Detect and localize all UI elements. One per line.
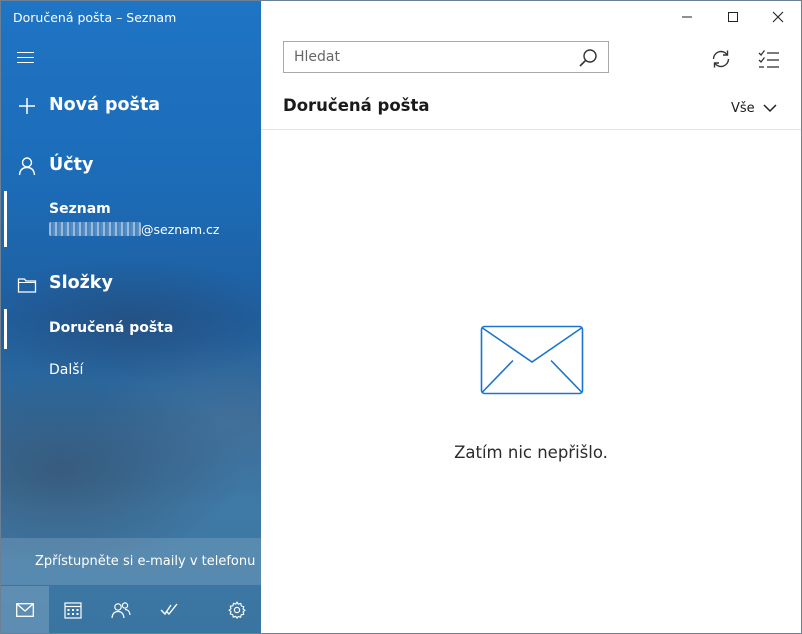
- folder-label: Doručená pošta: [49, 320, 174, 336]
- new-mail-label: Nová pošta: [49, 95, 161, 115]
- settings-icon: [228, 600, 246, 619]
- minimize-icon: [682, 16, 692, 18]
- filter-label: Vše: [731, 100, 755, 116]
- people-icon: [111, 601, 131, 618]
- calendar-button[interactable]: [49, 586, 97, 633]
- account-name: Seznam: [49, 201, 111, 217]
- people-button[interactable]: [97, 586, 145, 633]
- todo-icon: [160, 603, 178, 615]
- accounts-label: Účty: [49, 155, 94, 175]
- folders-button[interactable]: Složky: [1, 265, 261, 305]
- phone-promo-text: Zpřístupněte si e-maily v telefonu: [35, 554, 256, 569]
- search-input[interactable]: [294, 48, 564, 66]
- search-icon[interactable]: [578, 48, 598, 68]
- mail-button[interactable]: [1, 586, 49, 633]
- main-pane: Doručená pošta Vše Zatím nic nepřišlo.: [261, 1, 801, 633]
- sidebar: Doručená pošta – Seznam Nová pošta Účty …: [1, 1, 261, 633]
- calendar-icon: [64, 601, 82, 619]
- sync-icon: [712, 50, 730, 68]
- folder-item-more[interactable]: Další: [1, 351, 261, 391]
- close-button[interactable]: [755, 1, 801, 33]
- redacted-username: [49, 222, 141, 236]
- new-mail-button[interactable]: Nová pošta: [1, 87, 261, 127]
- chevron-down-icon: [763, 104, 777, 113]
- mail-icon: [16, 602, 34, 617]
- header-divider: [261, 129, 801, 130]
- maximize-icon: [728, 12, 738, 22]
- folder-title: Doručená pošta: [283, 96, 430, 115]
- hamburger-menu-icon[interactable]: [17, 48, 37, 66]
- empty-state-message: Zatím nic nepřišlo.: [454, 443, 608, 462]
- folder-icon: [17, 278, 37, 293]
- plus-icon: [19, 98, 35, 114]
- phone-promo-banner[interactable]: Zpřístupněte si e-maily v telefonu: [1, 538, 261, 585]
- empty-mail-icon: [480, 325, 584, 395]
- account-seznam[interactable]: Seznam @seznam.cz: [1, 191, 261, 247]
- app-switcher-bar: [1, 586, 261, 633]
- sync-button[interactable]: [701, 43, 741, 75]
- search-field[interactable]: [283, 41, 609, 73]
- folder-item-inbox[interactable]: Doručená pošta: [1, 309, 261, 349]
- close-icon: [772, 11, 784, 23]
- settings-button[interactable]: [213, 586, 261, 633]
- account-email-domain: @seznam.cz: [141, 222, 220, 237]
- filter-dropdown[interactable]: Vše: [731, 97, 777, 119]
- folder-label: Další: [49, 362, 84, 378]
- todo-button[interactable]: [145, 586, 193, 633]
- folders-label: Složky: [49, 273, 113, 293]
- maximize-button[interactable]: [710, 1, 756, 33]
- window-title: Doručená pošta – Seznam: [13, 10, 177, 25]
- mail-window: Doručená pošta – Seznam Nová pošta Účty …: [0, 0, 802, 634]
- selection-indicator: [4, 309, 7, 349]
- account-email: @seznam.cz: [49, 222, 219, 237]
- selection-mode-button[interactable]: [749, 43, 789, 75]
- checklist-icon: [758, 50, 779, 68]
- accounts-button[interactable]: Účty: [1, 147, 261, 187]
- person-icon: [18, 157, 36, 176]
- selection-indicator: [4, 191, 7, 247]
- minimize-button[interactable]: [664, 1, 710, 33]
